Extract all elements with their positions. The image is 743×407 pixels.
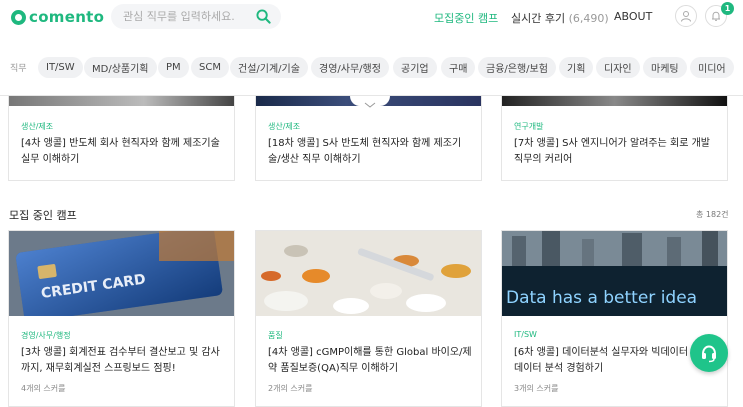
chevron-down-icon xyxy=(364,102,376,108)
logo-text: comento xyxy=(29,8,105,26)
section-title: 모집 중인 캠프 xyxy=(9,209,77,222)
top-card-1-title: [4차 앵콜] 반도체 회사 현직자와 함께 제조기술 실무 이해하기 xyxy=(21,138,220,165)
top-header: comento 모집중인 캠프 실시간 후기 (6,490) ABOUT 1 xyxy=(0,0,743,36)
camp-card-2-meta: 2개의 스커를 xyxy=(268,384,313,393)
search-input[interactable] xyxy=(123,10,253,23)
camp-card-3-category: IT/SW xyxy=(514,330,537,339)
camp-card-2-image xyxy=(256,231,481,316)
top-card-1-image xyxy=(9,96,234,106)
chip-planning[interactable]: 기획 xyxy=(559,57,594,78)
camp-card-1-category: 경영/사무/행정 xyxy=(21,331,71,340)
chip-pm[interactable]: PM xyxy=(158,57,189,78)
nav-recruiting-camps[interactable]: 모집중인 캠프 xyxy=(434,10,498,26)
notification-badge: 1 xyxy=(721,2,734,15)
camp-card-3-image: Data has a better idea xyxy=(502,231,727,316)
top-card-3-title: [7차 앵콜] S사 엔지니어가 알려주는 회로 개발 직무의 커리어 xyxy=(514,138,710,165)
chip-management[interactable]: 경영/사무/행정 xyxy=(311,57,389,78)
nav-live-reviews[interactable]: 실시간 후기 (6,490) xyxy=(511,10,609,26)
user-button[interactable] xyxy=(675,5,697,27)
chip-media[interactable]: 미디어 xyxy=(690,57,734,78)
chip-purchasing[interactable]: 구매 xyxy=(441,57,476,78)
camp-card-2-category: 품질 xyxy=(268,331,283,340)
top-card-1-category: 생산/제조 xyxy=(21,122,54,131)
bell-icon xyxy=(712,11,720,21)
camp-card-1-meta: 4개의 스커를 xyxy=(21,384,66,393)
search-icon[interactable] xyxy=(256,9,271,24)
logo[interactable]: comento xyxy=(11,8,104,26)
category-chipbar: 직무 IT/SW MD/상품기획 PM SCM 건설/기계/기술 경영/사무/행… xyxy=(0,53,743,81)
chip-marketing[interactable]: 마케팅 xyxy=(643,57,687,78)
camp-card-1-title: [3차 앵콜] 회계전표 검수부터 결산보고 및 감사까지, 재무회계실전 스프… xyxy=(21,347,220,374)
search-box xyxy=(111,4,281,29)
camp-card-3[interactable]: Data has a better idea IT/SW [6차 앵콜] 데이터… xyxy=(501,230,728,407)
camp-card-2[interactable]: 품질 [4차 앵콜] cGMP이해를 통한 Global 바이오/제약 품질보증… xyxy=(255,230,482,407)
camp-card-3-meta: 3개의 스커를 xyxy=(514,384,559,393)
nav-review-label: 실시간 후기 xyxy=(511,12,566,25)
top-card-2-title: [18차 앵콜] S사 반도체 현직자와 함께 제조기술/생산 직무 이해하기 xyxy=(268,138,462,165)
headset-icon xyxy=(702,345,716,363)
camp-card-2-title: [4차 앵콜] cGMP이해를 통한 Global 바이오/제약 품질보증(QA… xyxy=(268,347,472,374)
logo-mark-icon xyxy=(11,9,26,25)
chip-scm[interactable]: SCM xyxy=(191,57,229,78)
chat-fab-button[interactable] xyxy=(690,334,728,372)
top-card-3-category: 연구개발 xyxy=(514,122,544,131)
chip-construction[interactable]: 건설/기계/기술 xyxy=(230,57,308,78)
carousel-arrow[interactable] xyxy=(350,96,390,108)
top-card-2-category: 생산/제조 xyxy=(268,122,301,131)
top-card-3-image xyxy=(502,96,727,106)
chip-design[interactable]: 디자인 xyxy=(596,57,640,78)
data-sign-text: Data has a better idea xyxy=(506,288,697,308)
chip-finance[interactable]: 금융/은행/보험 xyxy=(478,57,556,78)
chip-it-sw[interactable]: IT/SW xyxy=(38,57,83,78)
camp-card-1-image: CREDIT CARD xyxy=(9,231,234,316)
nav-review-count: (6,490) xyxy=(568,12,609,25)
chip-md[interactable]: MD/상품기획 xyxy=(84,57,157,78)
chip-public-enterprise[interactable]: 공기업 xyxy=(393,57,437,78)
top-card-1[interactable]: 생산/제조 [4차 앵콜] 반도체 회사 현직자와 함께 제조기술 실무 이해하… xyxy=(8,96,235,181)
camp-card-1[interactable]: CREDIT CARD 경영/사무/행정 [3차 앵콜] 회계전표 검수부터 결… xyxy=(8,230,235,407)
camp-card-3-title: [6차 앵콜] 데이터분석 실무자와 빅데이터 부터 데이터 분석 경험하기 xyxy=(514,347,710,374)
chipbar-label: 직무 xyxy=(10,64,27,74)
section-count: 총 182건 xyxy=(696,210,729,219)
nav-about[interactable]: ABOUT xyxy=(614,10,652,23)
top-card-3[interactable]: 연구개발 [7차 앵콜] S사 엔지니어가 알려주는 회로 개발 직무의 커리어 xyxy=(501,96,728,181)
user-icon xyxy=(681,11,691,22)
